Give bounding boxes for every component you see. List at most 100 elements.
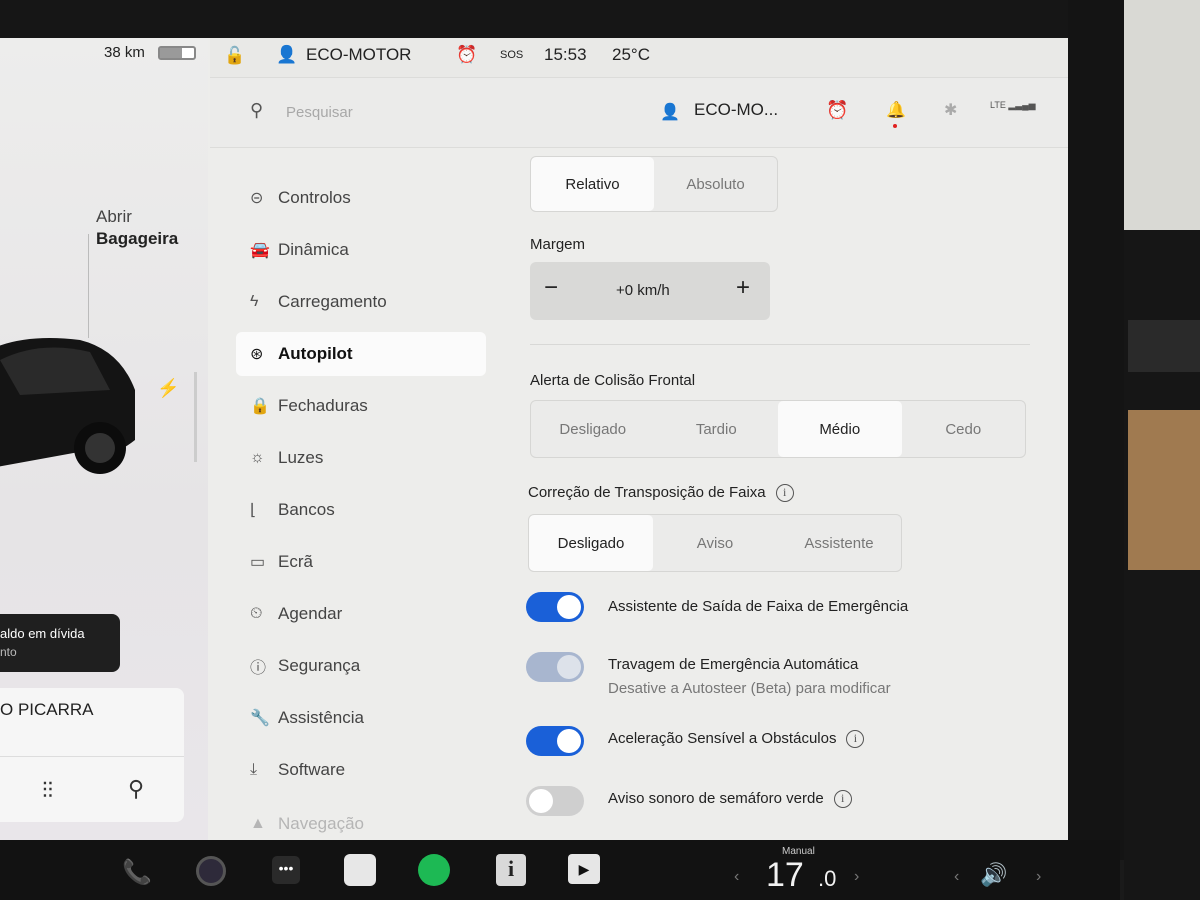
media-title: O PICARRA (0, 700, 94, 719)
temp-increase-chevron-icon[interactable]: › (854, 868, 859, 886)
margin-stepper: − +0 km/h + (530, 262, 770, 320)
taskbar: 📞 ••• i ▶ ‹ Manual 17 .0 › ‹ 🔊 › (0, 840, 1120, 900)
increase-margin-button[interactable]: + (736, 274, 750, 302)
nav-label: Segurança (278, 656, 361, 675)
obstacle-aware-acceleration-toggle[interactable] (526, 726, 584, 756)
nav-item-luzes[interactable]: ☼ Luzes (236, 436, 486, 480)
car-panel: 38 km Abrir Bagageira ⚡ aldo em dívida n… (0, 38, 208, 840)
toybox-icon[interactable] (344, 854, 376, 886)
lane-departure-label: Correção de Transposição de Faixa (528, 484, 766, 501)
temp-decrease-chevron-icon[interactable]: ‹ (734, 868, 739, 886)
display-icon: ▭ (250, 554, 266, 571)
notification-dot (893, 124, 897, 128)
decrease-margin-button[interactable]: − (544, 274, 558, 302)
lane-departure-selector: Desligado Aviso Assistente (528, 514, 902, 572)
cabin-temperature-decimal: .0 (818, 866, 837, 891)
toggle-knob (557, 655, 581, 679)
alarm-clock-icon[interactable]: ⏰ (826, 100, 848, 121)
open-trunk-button[interactable]: Abrir Bagageira (96, 206, 178, 250)
notification-bell-icon[interactable]: 🔔 (886, 100, 906, 120)
volume-icon[interactable]: 🔊 (980, 862, 1007, 888)
collision-warning-label: Alerta de Colisão Frontal (530, 372, 696, 389)
camera-icon[interactable] (196, 856, 226, 886)
nav-item-seguranca[interactable]: ⓘ Segurança (236, 644, 486, 688)
lte-signal-icon: LTE ▂▃▄▅ (990, 100, 1036, 110)
spotify-icon[interactable] (418, 854, 450, 886)
option-cedo[interactable]: Cedo (902, 401, 1026, 457)
media-player-card[interactable]: O PICARRA ⫶⫶ ⚲ (0, 688, 184, 822)
car-icon: 🚘 (250, 242, 270, 259)
info-icon[interactable]: i (775, 484, 794, 503)
manual-icon[interactable]: i (496, 854, 526, 886)
nav-item-carregamento[interactable]: ϟ Carregamento (236, 280, 486, 324)
nav-item-dinamica[interactable]: 🚘 Dinâmica (236, 228, 486, 272)
green-light-chime-row: Aviso sonoro de semáforo verde i (608, 790, 852, 809)
volume-down-chevron-icon[interactable]: ‹ (954, 868, 959, 886)
nav-item-ecra[interactable]: ▭ Ecrã (236, 540, 486, 584)
option-relativo[interactable]: Relativo (531, 157, 654, 211)
outside-temperature: 25°C (612, 45, 650, 64)
bluetooth-icon[interactable]: ✱ (944, 100, 957, 120)
safety-icon: ⓘ (250, 660, 267, 677)
trunk-label-line2: Bagageira (96, 229, 179, 248)
steering-wheel-icon: ⊛ (250, 346, 264, 363)
user-icon[interactable]: 👤 (276, 45, 297, 65)
info-icon[interactable]: i (833, 790, 852, 809)
charge-port-icon[interactable]: ⚡ (157, 378, 179, 399)
info-icon[interactable]: i (846, 730, 865, 749)
option-tardio[interactable]: Tardio (655, 401, 779, 457)
profile-name[interactable]: ECO-MO... (694, 100, 778, 120)
lane-departure-label-row: Correção de Transposição de Faixa i (528, 484, 794, 503)
dashboard-wood-trim (1128, 410, 1200, 570)
clock: 15:53 (544, 45, 587, 64)
toggle-knob (557, 729, 581, 753)
option-assistente[interactable]: Assistente (777, 515, 901, 571)
nav-label: Fechaduras (278, 396, 368, 415)
driver-profile[interactable]: ECO-MOTOR (306, 45, 411, 65)
nav-item-bancos[interactable]: ⌊ Bancos (236, 488, 486, 532)
alarm-clock-icon[interactable]: ⏰ (456, 45, 477, 65)
search-input[interactable] (286, 100, 486, 124)
screen-bezel-right (1068, 0, 1128, 860)
nav-item-controlos[interactable]: ⊝ Controlos (236, 176, 486, 220)
battery-icon (158, 46, 196, 60)
cabin-temperature[interactable]: 17 (766, 856, 804, 895)
margin-value: +0 km/h (616, 282, 670, 299)
battery-level-fill (160, 48, 183, 58)
option-aviso[interactable]: Aviso (653, 515, 777, 571)
profile-icon[interactable]: 👤 (660, 102, 680, 122)
car-panel-scrollbar (194, 372, 197, 462)
wrench-icon: 🔧 (250, 710, 270, 727)
unlock-icon[interactable]: 🔓 (224, 46, 245, 66)
option-absoluto[interactable]: Absoluto (654, 157, 777, 211)
nav-label: Dinâmica (278, 240, 349, 259)
nav-item-navegacao[interactable]: ▲ Navegação (236, 802, 486, 840)
nav-item-agendar[interactable]: ⏲ Agendar (236, 592, 486, 636)
nav-item-autopilot[interactable]: ⊛ Autopilot (236, 332, 486, 376)
theater-icon[interactable]: ▶ (568, 854, 600, 884)
collision-warning-selector: Desligado Tardio Médio Cedo (530, 400, 1026, 458)
obstacle-aware-acceleration-label: Aceleração Sensível a Obstáculos (608, 730, 837, 747)
sos-icon[interactable]: SOS (500, 49, 523, 61)
settings-nav: ⊝ Controlos 🚘 Dinâmica ϟ Carregamento ⊛ Auto… (210, 148, 500, 840)
notification-toast[interactable]: aldo em dívida nto (0, 614, 120, 672)
emergency-lane-departure-toggle[interactable] (526, 592, 584, 622)
nav-item-software[interactable]: ⤓ Software (236, 748, 486, 792)
volume-up-chevron-icon[interactable]: › (1036, 868, 1041, 886)
phone-icon[interactable]: 📞 (122, 858, 152, 887)
toast-subtitle: nto (0, 645, 17, 659)
autopilot-settings: Relativo Absoluto Margem − +0 km/h + Ale… (520, 148, 1068, 840)
option-medio[interactable]: Médio (778, 401, 902, 457)
nav-item-assistencia[interactable]: 🔧 Assistência (236, 696, 486, 740)
nav-item-fechaduras[interactable]: 🔒 Fechaduras (236, 384, 486, 428)
automatic-emergency-braking-toggle (526, 652, 584, 682)
more-apps-icon[interactable]: ••• (272, 856, 300, 884)
toggle-icon: ⊝ (250, 190, 264, 207)
option-desligado[interactable]: Desligado (529, 515, 653, 571)
nav-label: Ecrã (278, 552, 313, 571)
green-light-chime-toggle[interactable] (526, 786, 584, 816)
nav-label: Software (278, 760, 346, 779)
option-desligado[interactable]: Desligado (531, 401, 655, 457)
equalizer-icon[interactable]: ⫶⫶ (42, 778, 53, 804)
media-search-icon[interactable]: ⚲ (128, 776, 144, 802)
